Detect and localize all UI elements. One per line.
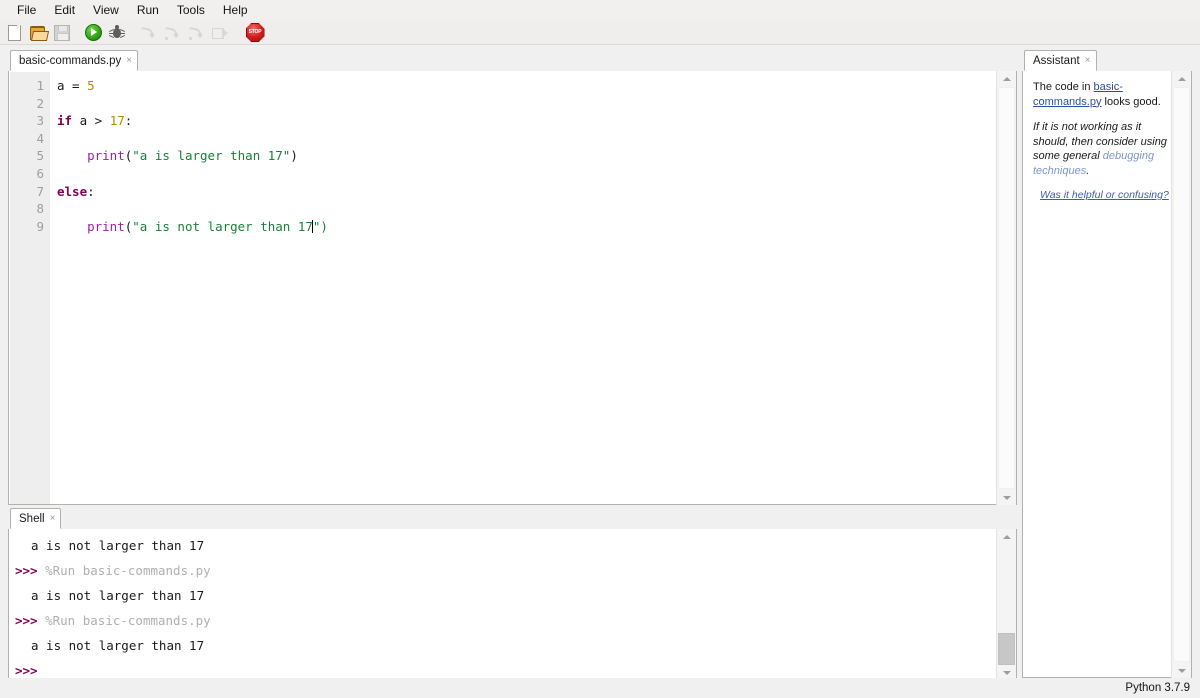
step-into-button [162, 23, 182, 43]
line-number-gutter: 1 2 3 4 5 6 7 8 9 [10, 72, 50, 504]
open-file-button[interactable] [28, 23, 50, 43]
save-icon [54, 24, 70, 41]
editor-scroll-thumb[interactable] [998, 87, 1015, 489]
run-icon [84, 24, 102, 41]
assistant-notebook: Assistant × The code in basic-commands.p… [1022, 50, 1192, 678]
scroll-up-arrow[interactable] [1172, 71, 1191, 86]
scroll-up-arrow[interactable] [997, 71, 1016, 86]
shell-text-area[interactable]: a is not larger than 17 >>> %Run basic-c… [8, 529, 1017, 680]
line-number: 6 [36, 165, 44, 181]
shell-line: >>> %Run basic-commands.py [15, 563, 211, 578]
resume-button [210, 23, 230, 43]
shell-tab-label: Shell [19, 512, 45, 525]
scroll-up-arrow[interactable] [997, 529, 1016, 544]
menu-item-view[interactable]: View [84, 2, 128, 19]
step-out-button [186, 23, 206, 43]
editor-text-area[interactable]: 1 2 3 4 5 6 7 8 9 a = 5 if a > 17: print… [8, 71, 1017, 505]
line-number: 2 [36, 95, 44, 111]
shell-line: a is not larger than 17 [31, 538, 205, 553]
assistant-text: The code in [1033, 81, 1094, 93]
line-number: 9 [36, 218, 44, 234]
assistant-text: . [1086, 164, 1090, 177]
assistant-tabstrip: Assistant × [1022, 50, 1192, 72]
assistant-vertical-scrollbar[interactable] [1171, 71, 1191, 678]
line-number: 3 [36, 113, 44, 129]
code-line-5: print("a is larger than 17") [87, 148, 298, 164]
shell-line: >>> %Run basic-commands.py [15, 613, 211, 628]
code-line-3: if a > 17: [57, 113, 133, 129]
shell-line: a is not larger than 17 [31, 638, 205, 653]
code-line-9: print("a is not larger than 17") [87, 218, 328, 234]
status-bar: Python 3.7.9 [0, 678, 1200, 698]
assistant-scroll-thumb[interactable] [1173, 87, 1190, 662]
stop-icon: STOP [245, 23, 265, 42]
menu-item-help[interactable]: Help [214, 2, 257, 19]
menu-item-edit[interactable]: Edit [45, 2, 84, 19]
code-line-7: else: [57, 183, 95, 199]
assistant-text: looks good. [1101, 95, 1161, 108]
step-into-icon [164, 26, 180, 40]
menu-item-tools[interactable]: Tools [168, 2, 214, 19]
run-button[interactable] [83, 23, 103, 43]
shell-vertical-scrollbar[interactable] [996, 529, 1016, 680]
debug-icon [109, 25, 125, 40]
thonny-window: File Edit View Run Tools Help STOP basic… [0, 0, 1200, 698]
python-version-label: Python 3.7.9 [1125, 682, 1190, 694]
tab-shell[interactable]: Shell × [10, 508, 62, 529]
line-number: 5 [36, 148, 44, 164]
tab-assistant[interactable]: Assistant × [1024, 50, 1097, 71]
close-icon[interactable]: × [126, 55, 132, 66]
line-number: 4 [36, 130, 44, 146]
toolbar: STOP [0, 21, 1200, 45]
line-number: 7 [36, 183, 44, 199]
debug-button[interactable] [107, 23, 127, 43]
shell-notebook: Shell × a is not larger than 17 >>> %Run… [8, 508, 1017, 680]
assistant-tab-label: Assistant [1033, 54, 1080, 67]
menu-item-run[interactable]: Run [128, 2, 168, 19]
stop-button[interactable]: STOP [245, 23, 265, 43]
editor-tabstrip: basic-commands.py × [8, 50, 1017, 72]
scroll-down-arrow[interactable] [997, 490, 1016, 505]
feedback-link[interactable]: Was it helpful or confusing? [1040, 189, 1179, 201]
new-file-button[interactable] [4, 23, 24, 43]
code-lines[interactable]: a = 5 if a > 17: print("a is larger than… [57, 72, 997, 504]
close-icon[interactable]: × [1085, 55, 1091, 66]
assistant-content: The code in basic-commands.py looks good… [1022, 71, 1192, 678]
step-over-icon [140, 26, 156, 40]
line-number: 1 [36, 78, 44, 93]
step-over-button [138, 23, 158, 43]
editor-notebook: basic-commands.py × 1 2 3 4 5 6 7 8 9 a … [8, 50, 1017, 505]
shell-line: >>> [15, 663, 38, 678]
assistant-paragraph-1: The code in basic-commands.py looks good… [1033, 80, 1179, 109]
resume-icon [212, 27, 228, 39]
editor-vertical-scrollbar[interactable] [996, 71, 1016, 505]
new-file-icon [7, 24, 21, 41]
save-button [52, 23, 72, 43]
editor-tab-label: basic-commands.py [19, 54, 122, 67]
menu-item-file[interactable]: File [8, 2, 45, 19]
assistant-paragraph-2: If it is not working as it should, then … [1033, 120, 1179, 178]
step-out-icon [188, 26, 204, 40]
menu-bar: File Edit View Run Tools Help [0, 0, 1200, 21]
shell-line: a is not larger than 17 [31, 588, 205, 603]
code-line-1: a = 5 [57, 78, 95, 93]
scroll-down-arrow[interactable] [1172, 663, 1191, 678]
tab-basic-commands-py[interactable]: basic-commands.py × [10, 50, 139, 71]
close-icon[interactable]: × [50, 513, 56, 524]
shell-tabstrip: Shell × [8, 508, 1017, 530]
stop-icon-label: STOP [248, 29, 262, 35]
shell-scroll-thumb[interactable] [998, 633, 1015, 665]
line-number: 8 [36, 201, 44, 217]
open-folder-icon [30, 26, 50, 41]
